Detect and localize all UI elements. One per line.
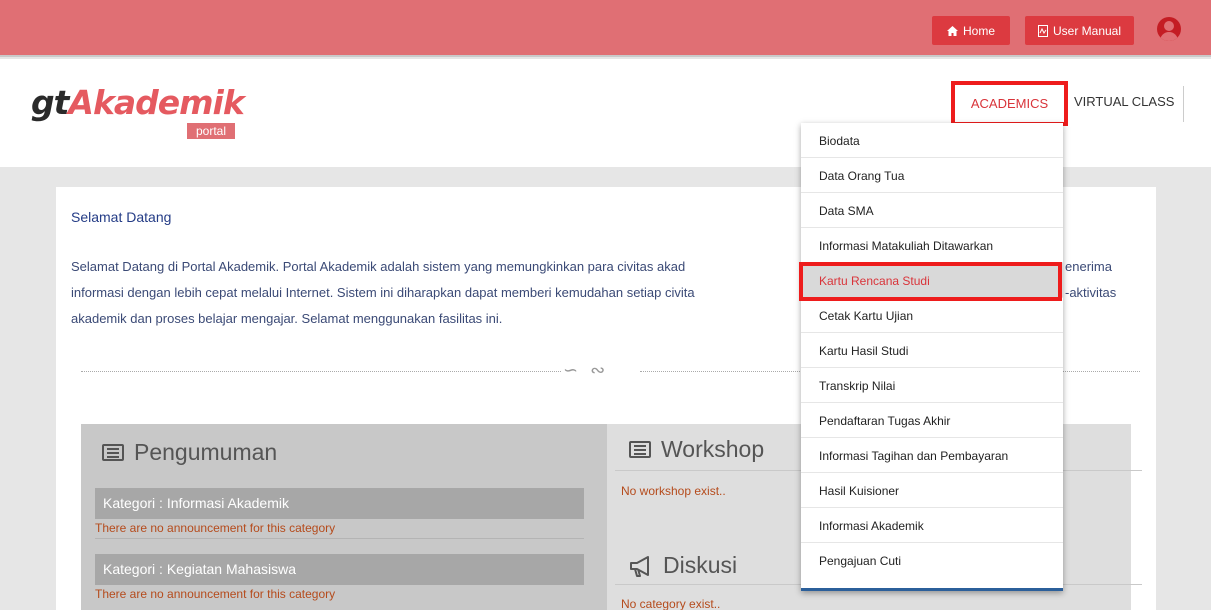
ornament-divider: ∽∾ (563, 360, 618, 380)
megaphone-icon (630, 555, 649, 577)
no-workshop-text: No workshop exist.. (621, 484, 726, 498)
welcome-line-1: Selamat Datang di Portal Akademik. Porta… (71, 259, 686, 274)
menu-item-hasil-kuisioner[interactable]: Hasil Kuisioner (801, 473, 1063, 508)
workshop-title: Workshop (661, 436, 765, 462)
menu-item-pendaftaran-tugas-akhir[interactable]: Pendaftaran Tugas Akhir (801, 403, 1063, 438)
separator (95, 538, 584, 539)
menu-item-data-sma[interactable]: Data SMA (801, 193, 1063, 228)
logo-portal: portal (187, 123, 236, 139)
menu-item-kartu-hasil-studi[interactable]: Kartu Hasil Studi (801, 333, 1063, 368)
menu-item-informasi-akademik[interactable]: Informasi Akademik (801, 508, 1063, 543)
welcome-title: Selamat Datang (71, 209, 172, 225)
welcome-line-1-end: enerima (1065, 259, 1112, 274)
top-bar: Home User Manual (0, 0, 1211, 57)
pdf-file-icon (1037, 24, 1048, 37)
user-manual-button[interactable]: User Manual (1025, 16, 1134, 45)
menu-item-data-orang-tua[interactable]: Data Orang Tua (801, 158, 1063, 193)
category-bar[interactable]: Kategori : Kegiatan Mahasiswa (95, 554, 584, 585)
nav-virtual-class[interactable]: VIRTUAL CLASS (1074, 94, 1174, 109)
user-manual-label: User Manual (1052, 23, 1122, 38)
menu-item-transkrip-nilai[interactable]: Transkrip Nilai (801, 368, 1063, 403)
pengumuman-title: Pengumuman (134, 439, 278, 465)
diskusi-title: Diskusi (663, 552, 738, 578)
pengumuman-heading: Pengumuman (102, 439, 277, 466)
home-label: Home (962, 23, 995, 38)
menu-item-informasi-tagihan[interactable]: Informasi Tagihan dan Pembayaran (801, 438, 1063, 473)
no-announcement-text: There are no announcement for this categ… (95, 521, 336, 535)
academics-dropdown-menu: Biodata Data Orang Tua Data SMA Informas… (801, 123, 1063, 591)
list-icon (629, 441, 651, 458)
highlight-annotation (799, 262, 1062, 301)
nav-academics[interactable]: ACADEMICS (951, 81, 1068, 126)
no-announcement-text: There are no announcement for this categ… (95, 587, 336, 601)
home-icon (946, 25, 958, 36)
menu-item-biodata[interactable]: Biodata (801, 123, 1063, 158)
category-bar[interactable]: Kategori : Informasi Akademik (95, 488, 584, 519)
user-avatar-icon[interactable] (1157, 17, 1181, 41)
home-button[interactable]: Home (932, 16, 1010, 45)
no-category-text: No category exist.. (621, 597, 721, 610)
welcome-line-2: informasi dengan lebih cepat melalui Int… (71, 285, 695, 300)
welcome-line-3: akademik dan proses belajar mengajar. Se… (71, 311, 503, 326)
diskusi-heading: Diskusi (629, 552, 737, 579)
nav-divider (1183, 86, 1184, 122)
list-icon (102, 444, 124, 461)
logo-gt: gt (31, 83, 69, 122)
menu-item-informasi-matakuliah[interactable]: Informasi Matakuliah Ditawarkan (801, 228, 1063, 263)
divider-left (81, 371, 561, 372)
menu-item-pengajuan-cuti[interactable]: Pengajuan Cuti (801, 543, 1063, 578)
gtakademik-logo[interactable]: gtAkademik portal (31, 83, 246, 141)
workshop-heading: Workshop (629, 436, 764, 463)
menu-item-cetak-kartu-ujian[interactable]: Cetak Kartu Ujian (801, 298, 1063, 333)
welcome-line-2-end: -aktivitas (1065, 285, 1117, 300)
logo-akademik: Akademik (68, 83, 244, 122)
